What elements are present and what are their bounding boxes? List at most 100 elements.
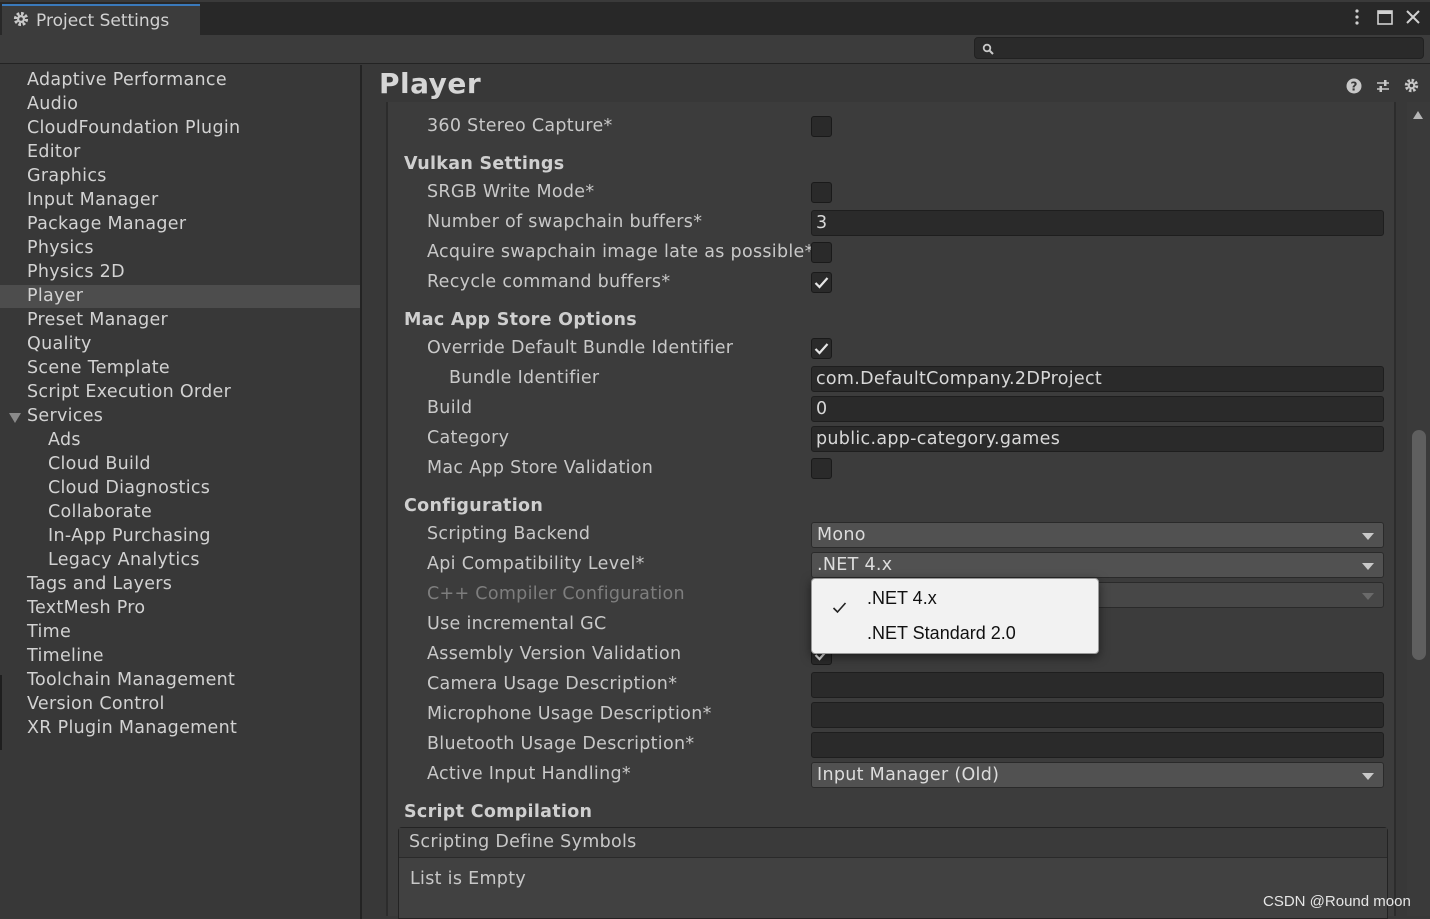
camera-usage-label: Camera Usage Description* [427,674,678,694]
popup-option-net-4x[interactable]: .NET 4.x [812,581,1098,615]
active-input-label: Active Input Handling* [427,764,631,784]
swapchain-buffers-field[interactable]: 3 [811,210,1384,236]
chevron-down-icon [1362,773,1374,780]
sidebar-item-cloud-build[interactable]: Cloud Build [0,453,360,476]
svg-text:?: ? [1350,79,1357,93]
sidebar-item-cloudfoundation-plugin[interactable]: CloudFoundation Plugin [0,117,360,140]
api-compatibility-label: Api Compatibility Level* [427,554,645,574]
api-compatibility-dropdown[interactable]: .NET 4.x [811,552,1384,578]
watermark: CSDN @Round moon [1263,893,1411,910]
search-icon [982,41,995,55]
sidebar-item-services[interactable]: Services [0,405,360,428]
help-icon[interactable]: ? [1345,77,1362,94]
bluetooth-usage-label: Bluetooth Usage Description* [427,734,695,754]
active-input-dropdown[interactable]: Input Manager (Old) [811,762,1384,788]
category-field[interactable]: public.app-category.games [811,426,1384,452]
swapchain-buffers-label: Number of swapchain buffers* [427,212,703,232]
sidebar-item-preset-manager[interactable]: Preset Manager [0,309,360,332]
build-label: Build [427,398,473,418]
configuration-header: Configuration [404,496,544,516]
api-compatibility-value: .NET 4.x [817,555,893,575]
assembly-validation-label: Assembly Version Validation [427,644,682,664]
sidebar-item-timeline[interactable]: Timeline [0,645,360,668]
more-options-icon[interactable] [1348,6,1366,28]
mac-store-validation-checkbox[interactable] [811,458,832,479]
sidebar-item-tags-and-layers[interactable]: Tags and Layers [0,573,360,596]
stereo-capture-label: 360 Stereo Capture* [427,116,613,136]
search-box[interactable] [974,37,1424,59]
sidebar-item-version-control[interactable]: Version Control [0,693,360,716]
popup-option-net-standard[interactable]: .NET Standard 2.0 [812,616,1098,650]
vertical-scrollbar[interactable] [1407,102,1430,916]
bluetooth-usage-field[interactable] [811,732,1384,758]
chevron-down-icon [1362,533,1374,540]
popup-option-label: .NET 4.x [867,588,937,608]
sidebar-item-xr-plugin-management[interactable]: XR Plugin Management [0,717,360,740]
scripting-backend-label: Scripting Backend [427,524,591,544]
scrollbar-thumb[interactable] [1412,430,1426,660]
close-icon[interactable] [1404,6,1422,28]
toolbar [0,35,1430,64]
camera-usage-field[interactable] [811,672,1384,698]
sidebar-item-legacy-analytics[interactable]: Legacy Analytics [0,549,360,572]
microphone-usage-label: Microphone Usage Description* [427,704,712,724]
srgb-write-mode-checkbox[interactable] [811,182,832,203]
build-field[interactable]: 0 [811,396,1384,422]
api-compatibility-popup: .NET 4.x .NET Standard 2.0 [811,578,1099,654]
sidebar-item-scene-template[interactable]: Scene Template [0,357,360,380]
recycle-command-buffers-label: Recycle command buffers* [427,272,671,292]
maximize-icon[interactable] [1376,6,1394,28]
microphone-usage-field[interactable] [811,702,1384,728]
acquire-swapchain-checkbox[interactable] [811,242,832,263]
preset-sliders-icon[interactable] [1374,77,1391,94]
sidebar-item-graphics[interactable]: Graphics [0,165,360,188]
active-input-value: Input Manager (Old) [817,765,1000,785]
settings-gear-icon[interactable] [1403,77,1420,94]
popup-option-label: .NET Standard 2.0 [867,623,1016,643]
checkmark-icon [814,277,829,289]
sidebar-item-toolchain-management[interactable]: Toolchain Management [0,669,360,692]
gear-icon [12,10,30,32]
sidebar-item-player[interactable]: Player [0,285,360,308]
tab-title: Project Settings [36,10,170,31]
sidebar-item-in-app-purchasing[interactable]: In-App Purchasing [0,525,360,548]
scripting-backend-dropdown[interactable]: Mono [811,522,1384,548]
category-label: Category [427,428,510,448]
sidebar-item-physics[interactable]: Physics [0,237,360,260]
sidebar-item-audio[interactable]: Audio [0,93,360,116]
mac-app-store-header: Mac App Store Options [404,310,637,330]
sidebar-item-ads[interactable]: Ads [0,429,360,452]
acquire-swapchain-label: Acquire swapchain image late as possible… [427,242,814,262]
override-bundle-label: Override Default Bundle Identifier [427,338,734,358]
sidebar-item-physics-2d[interactable]: Physics 2D [0,261,360,284]
chevron-down-icon [1362,563,1374,570]
settings-sidebar: Adaptive Performance Audio CloudFoundati… [0,65,362,919]
sidebar-item-textmesh-pro[interactable]: TextMesh Pro [0,597,360,620]
bundle-identifier-field[interactable]: com.DefaultCompany.2DProject [811,366,1384,392]
checkmark-icon [814,343,829,355]
scripting-backend-value: Mono [817,525,866,545]
override-bundle-checkbox[interactable] [811,338,832,359]
sidebar-item-editor[interactable]: Editor [0,141,360,164]
stereo-capture-checkbox[interactable] [811,116,832,137]
project-settings-tab[interactable]: Project Settings [2,4,200,35]
sidebar-item-package-manager[interactable]: Package Manager [0,213,360,236]
script-compilation-header: Script Compilation [404,802,593,822]
scroll-up-icon[interactable] [1413,111,1423,119]
sidebar-item-time[interactable]: Time [0,621,360,644]
sidebar-item-input-manager[interactable]: Input Manager [0,189,360,212]
recycle-command-buffers-checkbox[interactable] [811,272,832,293]
incremental-gc-label: Use incremental GC [427,614,607,634]
search-input[interactable] [999,39,1419,57]
sidebar-item-script-execution-order[interactable]: Script Execution Order [0,381,360,404]
bundle-identifier-label: Bundle Identifier [449,368,600,388]
sidebar-item-quality[interactable]: Quality [0,333,360,356]
vulkan-settings-header: Vulkan Settings [404,154,565,174]
mac-store-validation-label: Mac App Store Validation [427,458,654,478]
sidebar-item-collaborate[interactable]: Collaborate [0,501,360,524]
sidebar-item-adaptive-performance[interactable]: Adaptive Performance [0,69,360,92]
srgb-write-mode-label: SRGB Write Mode* [427,182,595,202]
cpp-compiler-label: C++ Compiler Configuration [427,584,685,604]
page-title: Player [379,67,482,100]
sidebar-item-cloud-diagnostics[interactable]: Cloud Diagnostics [0,477,360,500]
